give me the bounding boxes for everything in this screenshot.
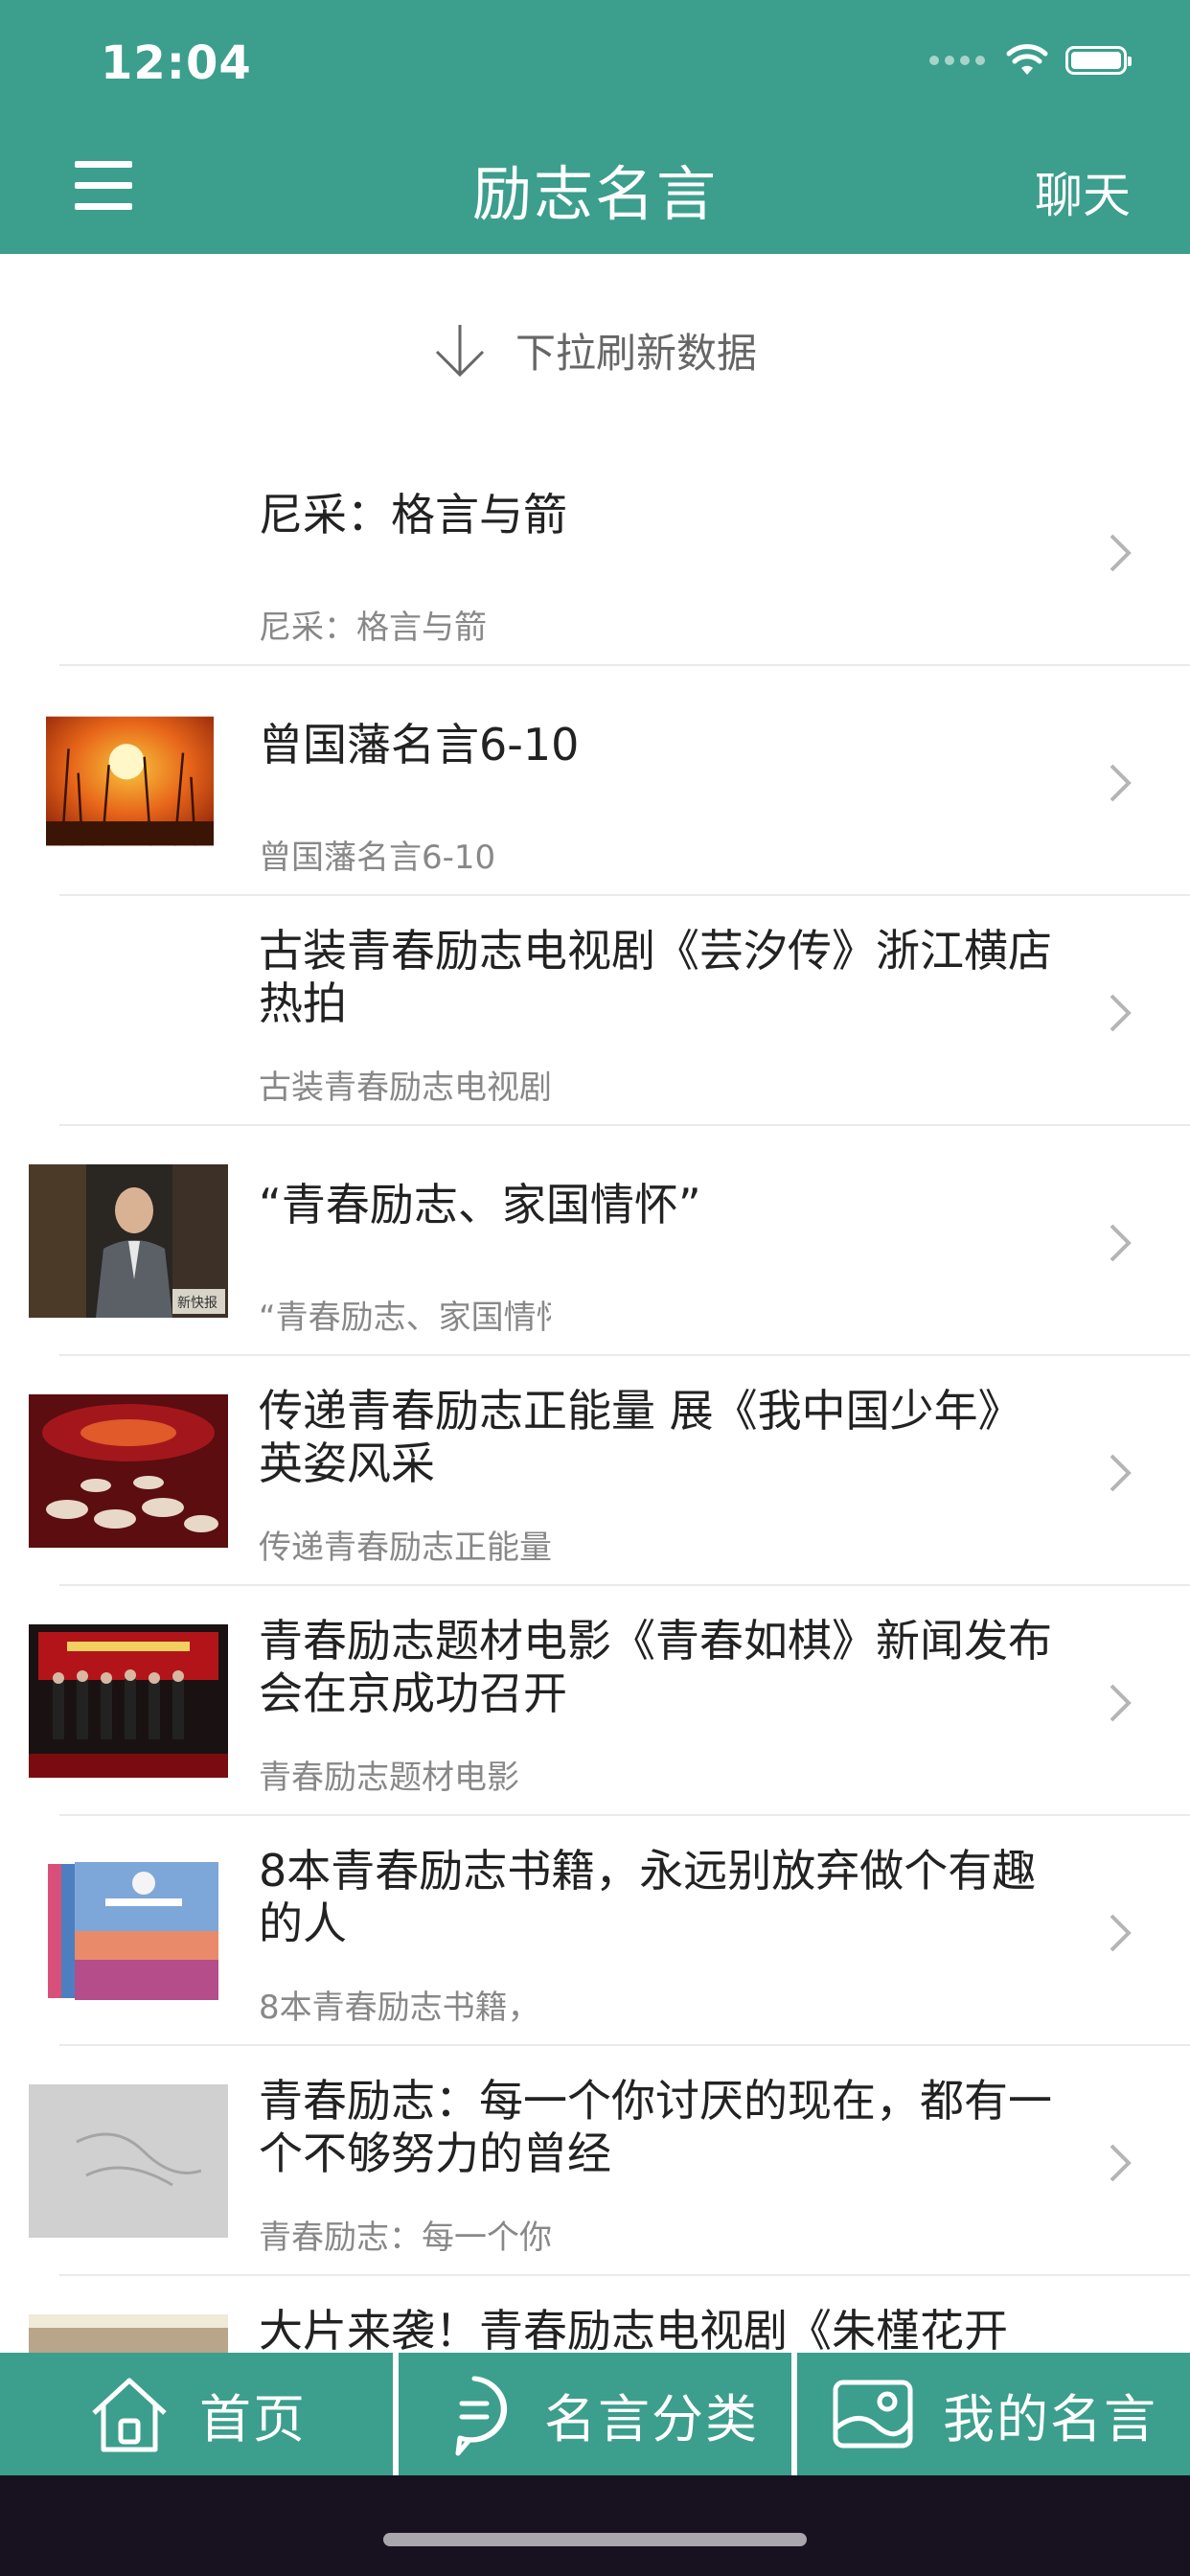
tab-bar: 首页 名言分类 我的名言 (0, 2353, 1190, 2475)
wifi-icon (1006, 44, 1048, 75)
item-subtitle: 8本青春励志书籍， (259, 1989, 540, 2027)
page-title: 励志名言 (471, 159, 718, 229)
item-title: 8本青春励志书籍，永远别放弃做个有趣的人 (259, 1845, 1037, 1949)
status-indicators (929, 44, 1132, 77)
item-subtitle: 古装青春励志电视剧 (259, 1069, 551, 1107)
item-subtitle: 传递青春励志正能量 (259, 1529, 551, 1567)
arrow-down-icon (435, 325, 485, 378)
man-in-suit-thumbnail: 新快报 (29, 1164, 228, 1318)
list-item[interactable]: 青春励志：每一个你讨厌的现在，都有一个不够努力的曾经 青春励志：每一个你讨厌的现… (0, 2046, 1190, 2276)
paper-texture-thumbnail (29, 2084, 228, 2238)
home-indicator[interactable] (383, 2533, 807, 2546)
stage-thumbnail (29, 1394, 228, 1548)
tab-my-quotes[interactable]: 我的名言 (791, 2353, 1190, 2475)
home-icon (92, 2378, 167, 2452)
pull-to-refresh: 下拉刷新数据 (0, 316, 1190, 383)
item-title: 青春励志：每一个你讨厌的现在，都有一个不够努力的曾经 (259, 2075, 1052, 2179)
battery-icon (1065, 46, 1132, 75)
chevron-right-icon (1110, 994, 1132, 1032)
item-subtitle: 青春励志：每一个你讨厌的现在 (259, 2219, 551, 2257)
navigation-header: 12:04 励志名言 聊天 (0, 0, 1190, 254)
item-title: 古装青春励志电视剧《芸汐传》浙江横店热拍 (259, 925, 1052, 1029)
list-item[interactable]: 新快报 “青春励志、家国情怀” “青春励志、家国情怀” (0, 1126, 1190, 1356)
list-item[interactable]: 传递青春励志正能量 展《我中国少年》英姿风采 传递青春励志正能量 (0, 1356, 1190, 1586)
tab-label: 名言分类 (544, 2388, 759, 2450)
quote-list: 尼采：格言与箭 尼采：格言与箭 曾国藩名言6-10 曾国藩名言6-10 古装青春… (0, 436, 1190, 2506)
list-item[interactable]: 8本青春励志书籍，永远别放弃做个有趣的人 8本青春励志书籍， (0, 1816, 1190, 2046)
tab-label: 首页 (199, 2388, 307, 2450)
status-time: 12:04 (101, 36, 252, 90)
item-title: 尼采：格言与箭 (259, 489, 567, 540)
chat-bubble-icon (455, 2376, 508, 2456)
chevron-right-icon (1110, 534, 1132, 572)
item-subtitle: 尼采：格言与箭 (259, 609, 487, 647)
tab-label: 我的名言 (943, 2388, 1157, 2450)
press-event-thumbnail (29, 1624, 228, 1778)
item-subtitle: 曾国藩名言6-10 (259, 839, 496, 877)
chevron-right-icon (1110, 2144, 1132, 2182)
svg-text:新快报: 新快报 (177, 1296, 217, 1311)
item-title: “青春励志、家国情怀” (259, 1179, 701, 1230)
signal-icon (929, 56, 985, 65)
tab-categories[interactable]: 名言分类 (393, 2353, 791, 2475)
home-indicator-area (0, 2475, 1190, 2576)
item-subtitle: “青春励志、家国情怀” (259, 1299, 551, 1337)
app-screen: 12:04 励志名言 聊天 下拉刷新数据 尼采：格言与箭 尼采：格言与箭 曾国藩… (0, 0, 1190, 2576)
item-title: 传递青春励志正能量 展《我中国少年》英姿风采 (259, 1385, 1022, 1489)
item-title: 曾国藩名言6-10 (259, 719, 580, 770)
list-item[interactable]: 尼采：格言与箭 尼采：格言与箭 (0, 436, 1190, 666)
list-item[interactable]: 曾国藩名言6-10 曾国藩名言6-10 (0, 666, 1190, 896)
item-subtitle: 青春励志题材电影 (259, 1759, 519, 1797)
refresh-text: 下拉刷新数据 (515, 329, 757, 377)
chevron-right-icon (1110, 1914, 1132, 1952)
item-title: 青春励志题材电影《青春如棋》新闻发布会在京成功召开 (259, 1615, 1052, 1719)
tab-home[interactable]: 首页 (0, 2353, 393, 2475)
sunset-thumbnail (46, 716, 214, 846)
chat-button[interactable]: 聊天 (1035, 157, 1131, 226)
chevron-right-icon (1110, 1684, 1132, 1722)
chevron-right-icon (1110, 1224, 1132, 1262)
image-icon (833, 2380, 913, 2449)
books-thumbnail (29, 1854, 228, 2008)
chevron-right-icon (1110, 764, 1132, 802)
list-item[interactable]: 青春励志题材电影《青春如棋》新闻发布会在京成功召开 青春励志题材电影 (0, 1586, 1190, 1816)
chevron-right-icon (1110, 1454, 1132, 1492)
item-title: 大片来袭！青春励志电视剧《朱槿花开 (259, 2305, 1008, 2357)
list-item[interactable]: 古装青春励志电视剧《芸汐传》浙江横店热拍 古装青春励志电视剧 (0, 896, 1190, 1126)
